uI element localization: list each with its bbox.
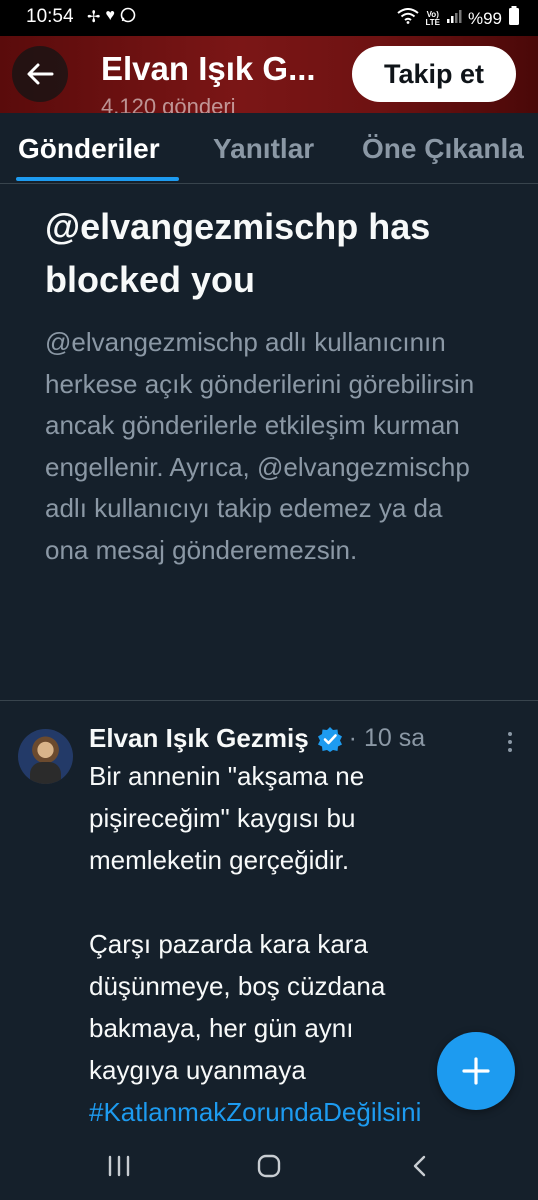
battery-percent: %99	[467, 8, 502, 28]
tweet-line: memleketin gerçeğidir.	[89, 845, 350, 875]
author-name[interactable]: Elvan Işık Gezmiş	[89, 723, 309, 754]
home-icon	[257, 1154, 281, 1178]
avatar[interactable]	[18, 729, 73, 784]
status-bar: 10:54 ✢ ♥ Vo) LTE %99	[0, 0, 538, 36]
recent-apps-button[interactable]	[99, 1150, 139, 1182]
status-right: Vo) LTE %99	[397, 6, 520, 31]
plus-icon	[462, 1057, 490, 1085]
blocked-title: @elvangezmischp has blocked you	[45, 206, 431, 300]
tweet-line: düşünmeye, boş cüzdana	[89, 971, 386, 1001]
wifi-icon	[397, 8, 420, 29]
more-options-icon[interactable]	[500, 727, 520, 757]
pinwheel-icon: ✢	[87, 9, 101, 26]
recent-apps-icon	[108, 1155, 130, 1177]
tweet-line: pişireceğim" kaygısı bu	[89, 803, 356, 833]
status-time: 10:54	[26, 6, 74, 27]
notification-icons: ✢ ♥	[87, 7, 136, 28]
arrow-left-icon	[27, 63, 54, 85]
profile-header: Elvan Işık G... 4.120 gönderi Takip et	[0, 36, 538, 113]
post-count: 4.120 gönderi	[101, 94, 236, 113]
tweet-line: Bir annenin "akşama ne	[89, 761, 365, 791]
tab-replies[interactable]: Yanıtlar	[213, 133, 314, 165]
home-button[interactable]	[249, 1150, 289, 1182]
tab-highlights[interactable]: Öne Çıkanla	[362, 133, 524, 165]
compose-button[interactable]	[437, 1032, 515, 1110]
whatsapp-icon	[120, 7, 136, 28]
profile-tabs: Gönderiler Yanıtlar Öne Çıkanla	[0, 113, 538, 184]
active-tab-indicator	[16, 177, 179, 181]
tweet-line: Çarşı pazarda kara kara	[89, 929, 368, 959]
tweet-header: Elvan Işık Gezmiş · 10 sa	[89, 723, 425, 754]
tab-posts[interactable]: Gönderiler	[18, 133, 160, 165]
verified-badge-icon	[317, 726, 342, 752]
heart-icon: ♥	[105, 7, 115, 24]
tweet-time: · 10 sa	[348, 724, 426, 752]
volte-label: Vo) LTE	[425, 9, 440, 27]
back-button[interactable]	[12, 46, 68, 102]
follow-button[interactable]: Takip et	[352, 46, 516, 102]
system-nav-bar	[0, 1132, 538, 1200]
chevron-left-icon	[413, 1155, 426, 1177]
back-nav-button[interactable]	[400, 1150, 440, 1182]
battery-icon	[508, 6, 520, 31]
signal-icon	[446, 8, 462, 29]
blocked-description: @elvangezmischp adlı kullanıcının herkes…	[45, 327, 475, 565]
profile-name: Elvan Işık G...	[101, 50, 316, 87]
